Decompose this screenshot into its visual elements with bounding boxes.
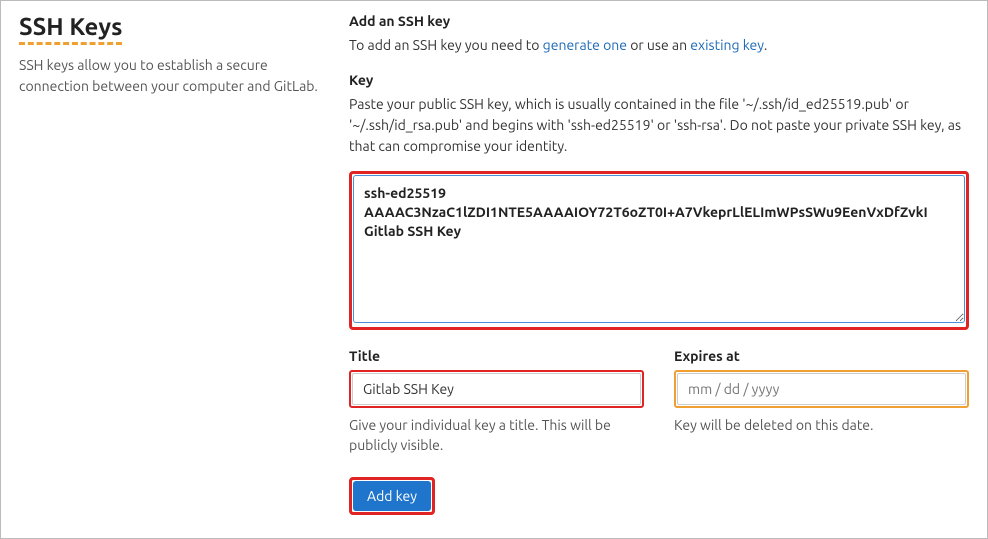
title-input[interactable] [352,373,641,405]
expires-label: Expires at [674,348,969,364]
page-description: SSH keys allow you to establish a secure… [19,55,319,97]
key-textarea[interactable] [353,175,965,323]
page-title: SSH Keys [19,13,122,45]
title-expires-row: Title Give your individual key a title. … [349,348,969,455]
right-column: Add an SSH key To add an SSH key you nee… [349,13,969,526]
expires-column: Expires at Key will be deleted on this d… [674,348,969,455]
settings-panel: SSH Keys SSH keys allow you to establish… [0,0,988,539]
key-textarea-highlight [349,171,969,330]
title-column: Title Give your individual key a title. … [349,348,644,455]
instruction-suffix: . [764,37,767,53]
section-title: Add an SSH key [349,13,969,29]
key-label: Key [349,72,969,88]
add-key-button[interactable]: Add key [353,481,431,511]
expires-help-text: Key will be deleted on this date. [674,416,969,436]
expires-input[interactable] [677,373,966,405]
generate-one-link[interactable]: generate one [543,37,627,53]
left-column: SSH Keys SSH keys allow you to establish… [19,13,319,526]
instruction-prefix: To add an SSH key you need to [349,37,543,53]
key-help-text: Paste your public SSH key, which is usua… [349,94,969,157]
title-help-text: Give your individual key a title. This w… [349,416,644,455]
title-input-highlight [349,370,644,408]
instruction-mid: or use an [627,37,690,53]
instruction-text: To add an SSH key you need to generate o… [349,35,969,56]
expires-input-highlight [674,370,969,408]
existing-key-link[interactable]: existing key [690,37,764,53]
add-key-highlight: Add key [349,477,435,515]
title-label: Title [349,348,644,364]
